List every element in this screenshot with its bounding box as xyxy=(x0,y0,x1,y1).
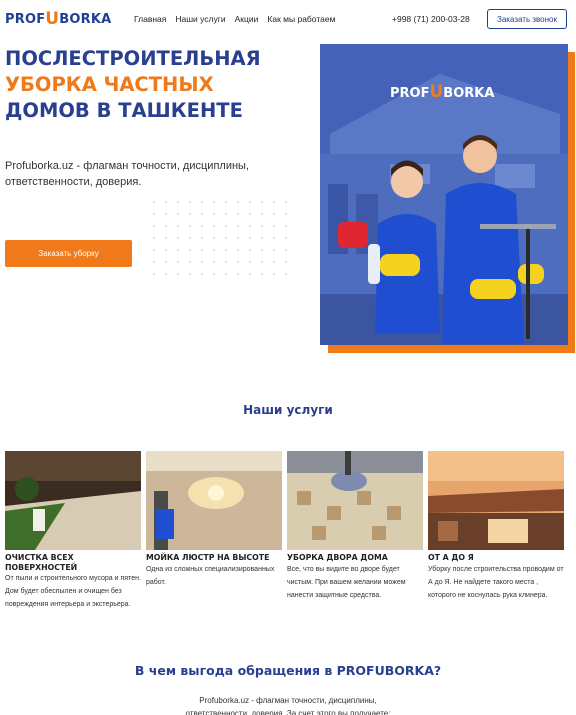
service-image-yard xyxy=(287,451,423,550)
nav-item-how-we-work[interactable]: Как мы работаем xyxy=(267,14,335,24)
service-image-surfaces xyxy=(5,451,141,550)
service-card-yard[interactable]: УБОРКА ДВОРА ДОМА Все, что вы видите во … xyxy=(287,451,423,602)
service-card-surfaces[interactable]: ОЧИСТКА ВСЕХ ПОВЕРХНОСТЕЙ От пыли и стро… xyxy=(5,451,141,611)
service-description: Все, что вы видите во дворе будет чистым… xyxy=(287,565,406,599)
services-title: Наши услуги xyxy=(243,403,333,417)
service-image-chandeliers xyxy=(146,451,282,550)
site-logo[interactable]: PROFUBORKA xyxy=(5,8,111,29)
benefits-title: В чем выгода обращения в PROFUBORKA? xyxy=(134,663,442,678)
service-card-a-to-z[interactable]: ОТ А ДО Я Уборку после строительства про… xyxy=(428,451,564,602)
nav-item-services[interactable]: Наши услуги xyxy=(175,14,225,24)
hero-title-line-1: ПОСЛЕСТРОИТЕЛЬНАЯ xyxy=(5,47,261,70)
service-title: ОТ А ДО Я xyxy=(428,553,474,562)
service-description: От пыли и строительного мусора и пятен. … xyxy=(5,575,141,608)
service-description: Одна из сложных специализированных работ… xyxy=(146,565,275,586)
service-title: МОЙКА ЛЮСТР НА ВЫСОТЕ xyxy=(146,553,270,562)
decorative-dots xyxy=(148,196,293,276)
benefits-text: Profuborka.uz - флагман точности, дисцип… xyxy=(0,694,576,715)
hero-title-line-2: УБОРКА ЧАСТНЫХ xyxy=(5,73,214,96)
service-title: ОЧИСТКА ВСЕХ ПОВЕРХНОСТЕЙ xyxy=(5,553,78,572)
phone-number[interactable]: +998 (71) 200-03-28 xyxy=(392,14,470,24)
hero-subtitle: Profuborka.uz - флагман точности, дисцип… xyxy=(5,160,249,188)
service-description: Уборку после строительства проводим от А… xyxy=(428,565,564,599)
nav-item-promotions[interactable]: Акции xyxy=(235,14,259,24)
service-image-a-to-z xyxy=(428,451,564,550)
request-call-button[interactable]: Заказать звонок xyxy=(487,9,567,29)
hero-title: ПОСЛЕСТРОИТЕЛЬНАЯ УБОРКА ЧАСТНЫХ ДОМОВ В… xyxy=(5,46,261,124)
hero-title-line-3: ДОМОВ В ТАШКЕНТЕ xyxy=(5,99,243,122)
service-card-chandeliers[interactable]: МОЙКА ЛЮСТР НА ВЫСОТЕ Одна из сложных сп… xyxy=(146,451,282,589)
nav-item-home[interactable]: Главная xyxy=(134,14,166,24)
main-nav: Главная Наши услуги Акции Как мы работае… xyxy=(134,14,335,24)
service-title: УБОРКА ДВОРА ДОМА xyxy=(287,553,388,562)
site-header: PROFUBORKA Главная Наши услуги Акции Как… xyxy=(0,0,576,38)
benefits-text-line-2: ответственности, доверия. За счет этого … xyxy=(185,709,391,715)
hero-image: PROFUBORKA xyxy=(320,44,568,345)
order-cleaning-button[interactable]: Заказать уборку xyxy=(5,240,132,267)
benefits-text-line-1: Profuborka.uz - флагман точности, дисцип… xyxy=(199,696,377,705)
hero-image-logo: PROFUBORKA xyxy=(390,82,495,102)
